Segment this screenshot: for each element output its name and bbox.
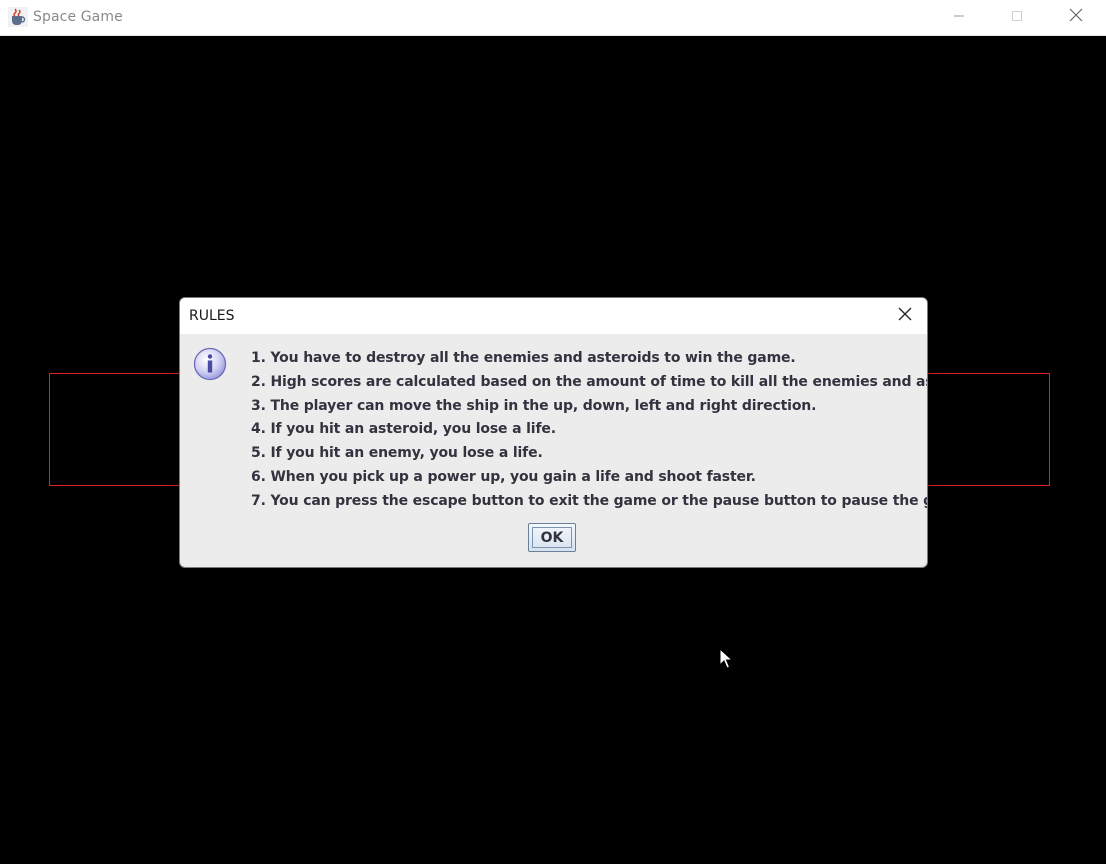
dialog-titlebar[interactable]: RULES — [180, 298, 927, 334]
rule-item: 6. When you pick up a power up, you gain… — [251, 468, 756, 485]
dialog-title: RULES — [189, 308, 235, 324]
info-icon — [193, 347, 227, 381]
dialog-close-button[interactable] — [892, 304, 918, 328]
rule-item: 2. High scores are calculated based on t… — [251, 373, 928, 390]
mouse-cursor-icon — [719, 647, 734, 670]
window-titlebar[interactable]: Space Game — [0, 0, 1106, 36]
java-cup-icon — [8, 7, 28, 27]
rules-list: 1. You have to destroy all the enemies a… — [251, 349, 928, 516]
maximize-button[interactable] — [988, 0, 1046, 35]
minimize-button[interactable] — [930, 0, 988, 35]
rules-dialog: RULES 1. You have to destroy all the ene… — [179, 297, 928, 568]
close-icon — [898, 307, 912, 326]
app-window: Space Game RULES 1. You have to destroy … — [0, 0, 1106, 864]
ok-button-label: OK — [532, 527, 572, 548]
minimize-icon — [953, 9, 965, 27]
rule-item: 1. You have to destroy all the enemies a… — [251, 350, 796, 366]
window-close-button[interactable] — [1047, 0, 1105, 35]
ok-button[interactable]: OK — [528, 523, 576, 552]
rule-item: 3. The player can move the ship in the u… — [251, 397, 817, 414]
rule-item: 4. If you hit an asteroid, you lose a li… — [251, 421, 556, 438]
window-title: Space Game — [33, 9, 123, 25]
rule-item: 7. You can press the escape button to ex… — [251, 492, 928, 509]
maximize-icon — [1011, 9, 1023, 27]
rule-item: 5. If you hit an enemy, you lose a life. — [251, 445, 543, 462]
close-icon — [1069, 8, 1083, 27]
